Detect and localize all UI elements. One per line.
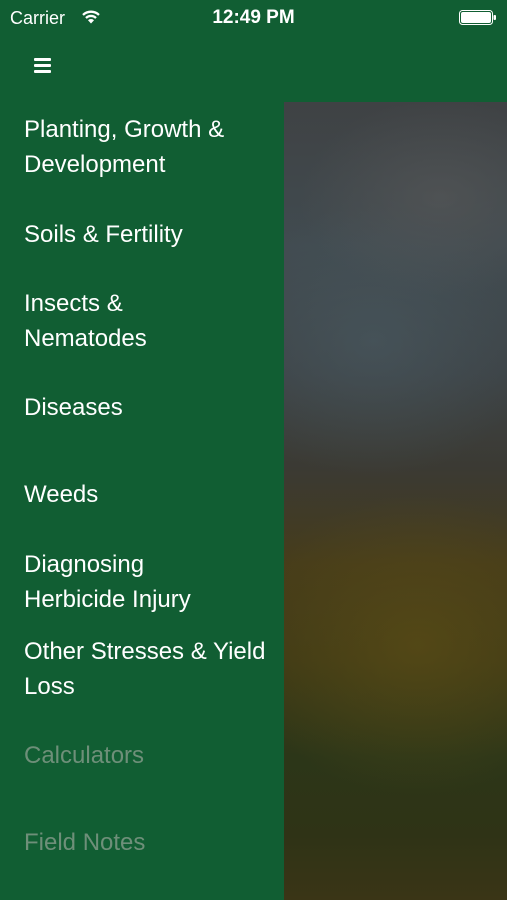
menu-bar-line bbox=[34, 58, 51, 61]
side-menu-drawer: Planting, Growth & Development Soils & F… bbox=[0, 102, 284, 900]
clock-time: 12:49 PM bbox=[212, 7, 295, 28]
menu-bar-line bbox=[34, 64, 51, 67]
menu-item-planting-growth-development[interactable]: Planting, Growth & Development bbox=[24, 112, 274, 182]
menu-item-diseases[interactable]: Diseases bbox=[24, 390, 274, 425]
menu-bar-line bbox=[34, 70, 51, 73]
menu-item-field-notes: Field Notes bbox=[24, 829, 146, 856]
hamburger-menu-icon[interactable] bbox=[24, 54, 64, 84]
menu-item-other-stresses-yield-loss[interactable]: Other Stresses & Yield Loss bbox=[24, 634, 274, 704]
menu-item-weeds[interactable]: Weeds bbox=[24, 477, 274, 512]
menu-item-diagnosing-herbicide-injury[interactable]: Diagnosing Herbicide Injury bbox=[24, 547, 244, 617]
menu-item-insects-nematodes[interactable]: Insects & Nematodes bbox=[24, 286, 184, 356]
menu-item-soils-fertility[interactable]: Soils & Fertility bbox=[24, 217, 274, 252]
battery-icon bbox=[459, 10, 497, 25]
navigation-bar bbox=[0, 38, 507, 103]
blurred-field-background-image[interactable] bbox=[284, 102, 507, 900]
menu-item-calculators: Calculators bbox=[24, 742, 145, 769]
status-bar: Carrier 12:49 PM bbox=[0, 0, 507, 38]
